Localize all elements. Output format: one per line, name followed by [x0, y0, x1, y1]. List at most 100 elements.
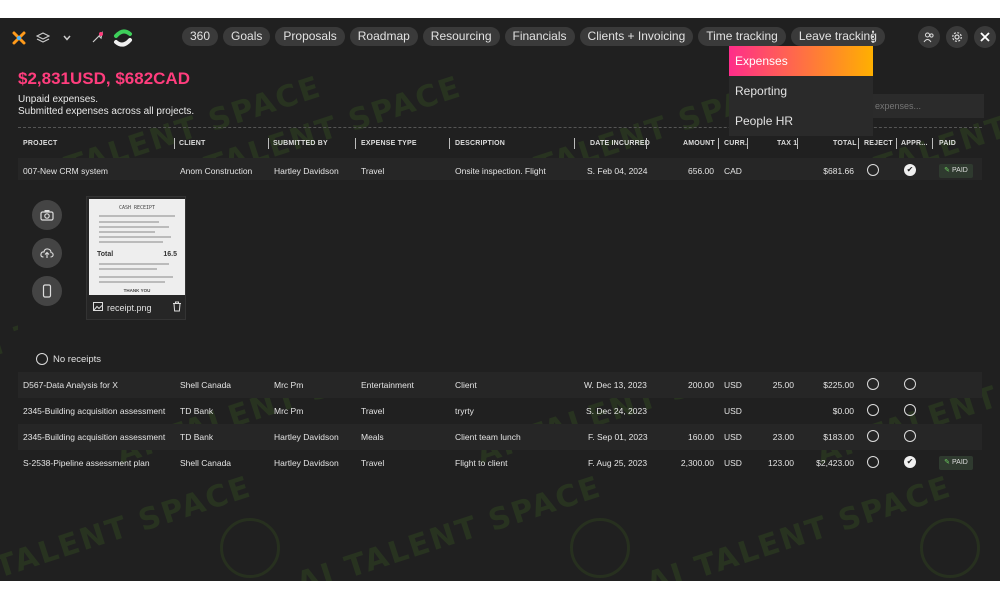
receipt-line: [99, 226, 169, 228]
cell-client: Shell Canada: [180, 380, 232, 390]
cell-currency: USD: [724, 432, 742, 442]
col-reject[interactable]: REJECT: [864, 140, 893, 147]
tab-proposals[interactable]: Proposals: [275, 27, 345, 46]
cell-project: 2345-Building acquisition assessment: [23, 406, 166, 416]
cell-client: Anom Construction: [180, 166, 253, 176]
reject-radio[interactable]: [867, 456, 879, 468]
col-approved[interactable]: APPR...: [901, 140, 928, 147]
approved-check-icon[interactable]: ✔: [904, 164, 916, 176]
cell-project: D567-Data Analysis for X: [23, 380, 118, 390]
col-date-incurred[interactable]: DATE INCURRED: [590, 140, 650, 147]
col-separator: [858, 138, 859, 149]
tab-financials[interactable]: Financials: [504, 27, 575, 46]
menu-item-people-hr[interactable]: People HR: [729, 106, 873, 136]
mobile-phone-icon[interactable]: [32, 276, 62, 306]
chevron-down-icon[interactable]: [58, 29, 76, 47]
rocket-icon[interactable]: [88, 29, 106, 47]
table-row[interactable]: D567-Data Analysis for X Shell Canada Mr…: [18, 372, 982, 398]
tab-time-tracking[interactable]: Time tracking: [698, 27, 786, 46]
cell-description: Client: [455, 380, 477, 390]
receipt-thumbnail[interactable]: CASH RECEIPT Total 16.5 THANK YOU: [89, 199, 185, 295]
tab-roadmap[interactable]: Roadmap: [349, 27, 418, 46]
users-icon[interactable]: [918, 26, 940, 48]
cell-project: 2345-Building acquisition assessment: [23, 432, 166, 442]
cell-expense-type: Travel: [361, 406, 385, 416]
tab-goals[interactable]: Goals: [223, 27, 271, 46]
cell-expense-type: Travel: [361, 166, 385, 176]
receipt-line: [99, 231, 155, 233]
col-paid[interactable]: PAID: [939, 140, 956, 147]
col-amount[interactable]: AMOUNT: [683, 140, 715, 147]
tab-resourcing[interactable]: Resourcing: [422, 27, 500, 46]
col-separator: [646, 138, 647, 149]
no-receipts-label: No receipts: [53, 353, 102, 365]
receipt-card[interactable]: CASH RECEIPT Total 16.5 THANK YOU receip…: [86, 196, 186, 320]
cell-project: S-2538-Pipeline assessment plan: [23, 458, 150, 468]
col-separator: [797, 138, 798, 149]
approve-radio[interactable]: [904, 430, 916, 442]
no-receipts-option[interactable]: No receipts: [36, 353, 101, 365]
close-icon[interactable]: [974, 26, 996, 48]
cell-client: TD Bank: [180, 406, 214, 416]
cell-expense-type: Travel: [361, 458, 385, 468]
cell-amount: 200.00: [688, 380, 714, 390]
no-receipts-radio[interactable]: [36, 353, 48, 365]
col-currency[interactable]: CURR.: [724, 140, 747, 147]
receipt-doc-title: CASH RECEIPT: [118, 205, 156, 211]
reject-radio[interactable]: [867, 404, 879, 416]
reject-radio[interactable]: [867, 378, 879, 390]
cell-currency: USD: [724, 458, 742, 468]
upload-cloud-icon[interactable]: [32, 238, 62, 268]
col-tax-1[interactable]: TAX 1: [777, 140, 797, 147]
reject-radio[interactable]: [867, 430, 879, 442]
menu-item-expenses[interactable]: Expenses: [729, 46, 873, 76]
table-row[interactable]: S-2538-Pipeline assessment plan Shell Ca…: [18, 450, 982, 476]
table-row[interactable]: 2345-Building acquisition assessment TD …: [18, 398, 982, 424]
menu-item-reporting[interactable]: Reporting: [729, 76, 873, 106]
brand-logo-icon[interactable]: [112, 27, 134, 49]
unpaid-total-title: $2,831USD, $682CAD: [18, 69, 190, 88]
cell-total: $2,423.00: [816, 458, 854, 468]
paid-badge: ✎ PAID: [939, 456, 973, 470]
layers-icon[interactable]: [34, 29, 52, 47]
clover-watermark-icon: [920, 518, 980, 578]
col-separator: [718, 138, 719, 149]
cell-tax: 23.00: [772, 432, 794, 442]
cell-expense-type: Meals: [361, 432, 384, 442]
table-header: PROJECT CLIENT SUBMITTED BY EXPENSE TYPE…: [18, 138, 982, 154]
reject-radio[interactable]: [867, 164, 879, 176]
receipt-total-label: Total: [97, 251, 114, 258]
app-logo-icon[interactable]: [10, 29, 28, 47]
more-menu-icon[interactable]: ⋮: [866, 28, 880, 44]
tab-clients-invoicing[interactable]: Clients + Invoicing: [579, 27, 694, 46]
col-expense-type[interactable]: EXPENSE TYPE: [361, 140, 417, 147]
camera-icon[interactable]: [32, 200, 62, 230]
receipt-line: [99, 215, 175, 217]
table-row[interactable]: 2345-Building acquisition assessment TD …: [18, 424, 982, 450]
toolbar-right: [918, 26, 996, 48]
col-submitted-by[interactable]: SUBMITTED BY: [273, 140, 328, 147]
tab-360[interactable]: 360: [182, 27, 219, 46]
approve-radio[interactable]: [904, 378, 916, 390]
receipt-total-value: 16.5: [163, 251, 177, 258]
col-separator: [449, 138, 450, 149]
receipt-line: [99, 281, 165, 283]
receipt-panel: CASH RECEIPT Total 16.5 THANK YOU receip…: [18, 180, 982, 372]
col-client[interactable]: CLIENT: [179, 140, 205, 147]
col-description[interactable]: DESCRIPTION: [455, 140, 505, 147]
trash-icon[interactable]: [172, 301, 182, 314]
col-separator: [268, 138, 269, 149]
col-separator: [574, 138, 575, 149]
approve-radio[interactable]: [904, 404, 916, 416]
watermark: AI TALENT SPACE: [292, 469, 606, 581]
approved-check-icon[interactable]: ✔: [904, 456, 916, 468]
receipt-line: [99, 241, 163, 243]
search-input[interactable]: [872, 94, 984, 118]
gear-icon[interactable]: [946, 26, 968, 48]
cell-date: W. Dec 13, 2023: [584, 380, 647, 390]
col-total[interactable]: TOTAL: [833, 140, 857, 147]
cell-amount: 2,300.00: [680, 458, 714, 468]
cell-total: $681.66: [823, 166, 854, 176]
col-project[interactable]: PROJECT: [23, 140, 57, 147]
image-file-icon: [93, 302, 103, 313]
